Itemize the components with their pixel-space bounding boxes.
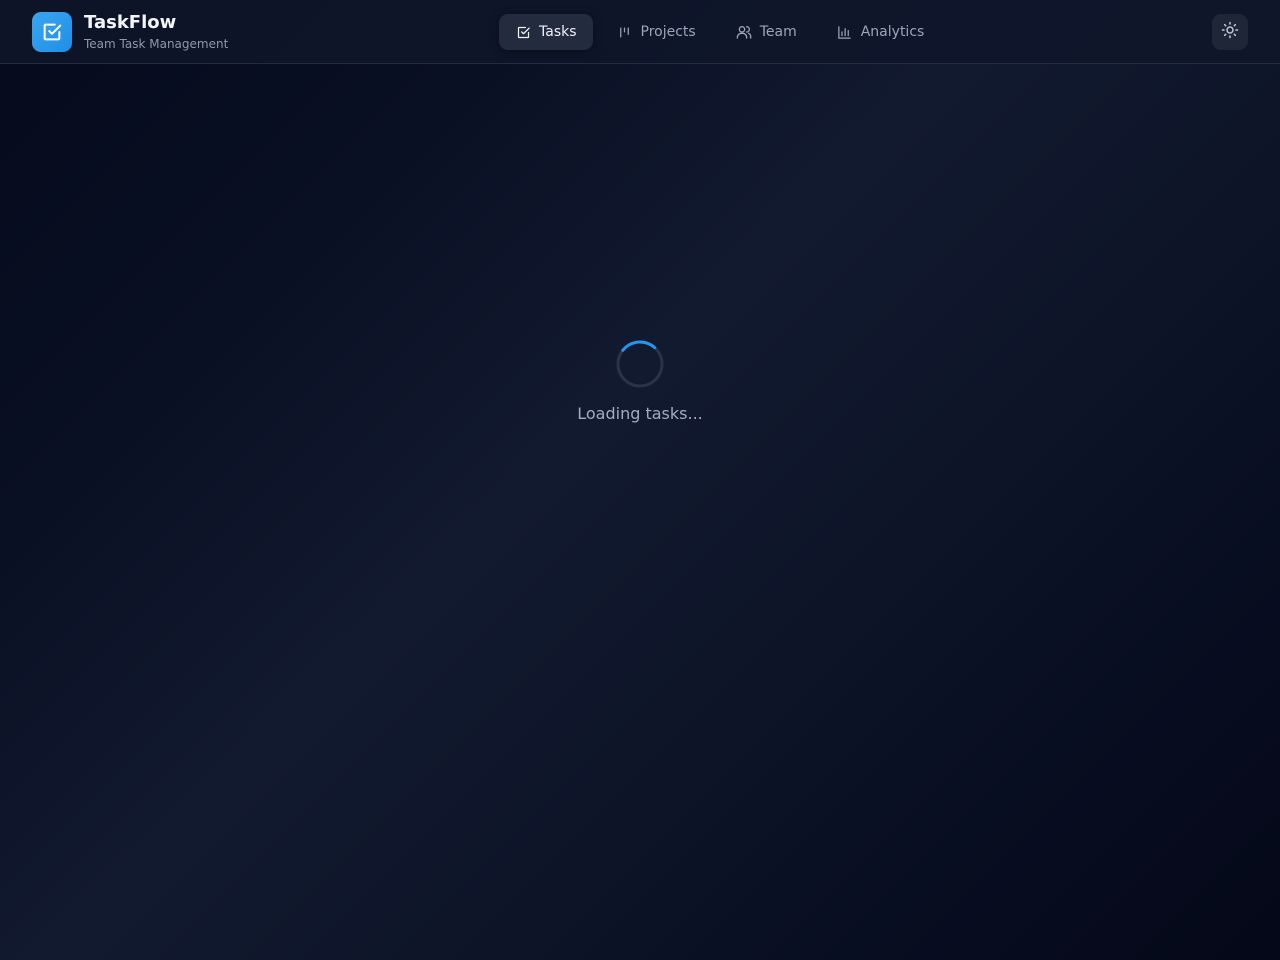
sun-icon bbox=[1221, 21, 1239, 43]
nav-tab-analytics[interactable]: Analytics bbox=[821, 14, 941, 50]
main-nav: Tasks Projects Team Analytics bbox=[499, 14, 948, 50]
nav-tab-label: Projects bbox=[640, 24, 696, 40]
checkbox-icon bbox=[515, 24, 531, 40]
brand-text: TaskFlow Team Task Management bbox=[84, 12, 228, 52]
nav-tab-label: Analytics bbox=[860, 24, 925, 40]
nav-tab-tasks[interactable]: Tasks bbox=[499, 14, 593, 50]
nav-tab-label: Team bbox=[759, 24, 797, 40]
loading-spinner-icon bbox=[616, 340, 664, 388]
nav-tab-label: Tasks bbox=[539, 24, 577, 40]
app-subtitle: Team Task Management bbox=[84, 37, 229, 51]
loading-text: Loading tasks... bbox=[577, 404, 703, 423]
users-icon bbox=[736, 24, 752, 40]
logo-icon bbox=[32, 12, 72, 52]
theme-toggle-button[interactable] bbox=[1212, 14, 1248, 50]
loading-state: Loading tasks... bbox=[440, 340, 840, 424]
bar-chart-icon bbox=[837, 24, 853, 40]
brand[interactable]: TaskFlow Team Task Management bbox=[32, 12, 228, 52]
app-title: TaskFlow bbox=[84, 12, 177, 33]
nav-tab-team[interactable]: Team bbox=[720, 14, 813, 50]
nav-tab-projects[interactable]: Projects bbox=[601, 14, 712, 50]
app-header: TaskFlow Team Task Management Tasks Proj… bbox=[0, 0, 1280, 64]
kanban-icon bbox=[617, 24, 633, 40]
